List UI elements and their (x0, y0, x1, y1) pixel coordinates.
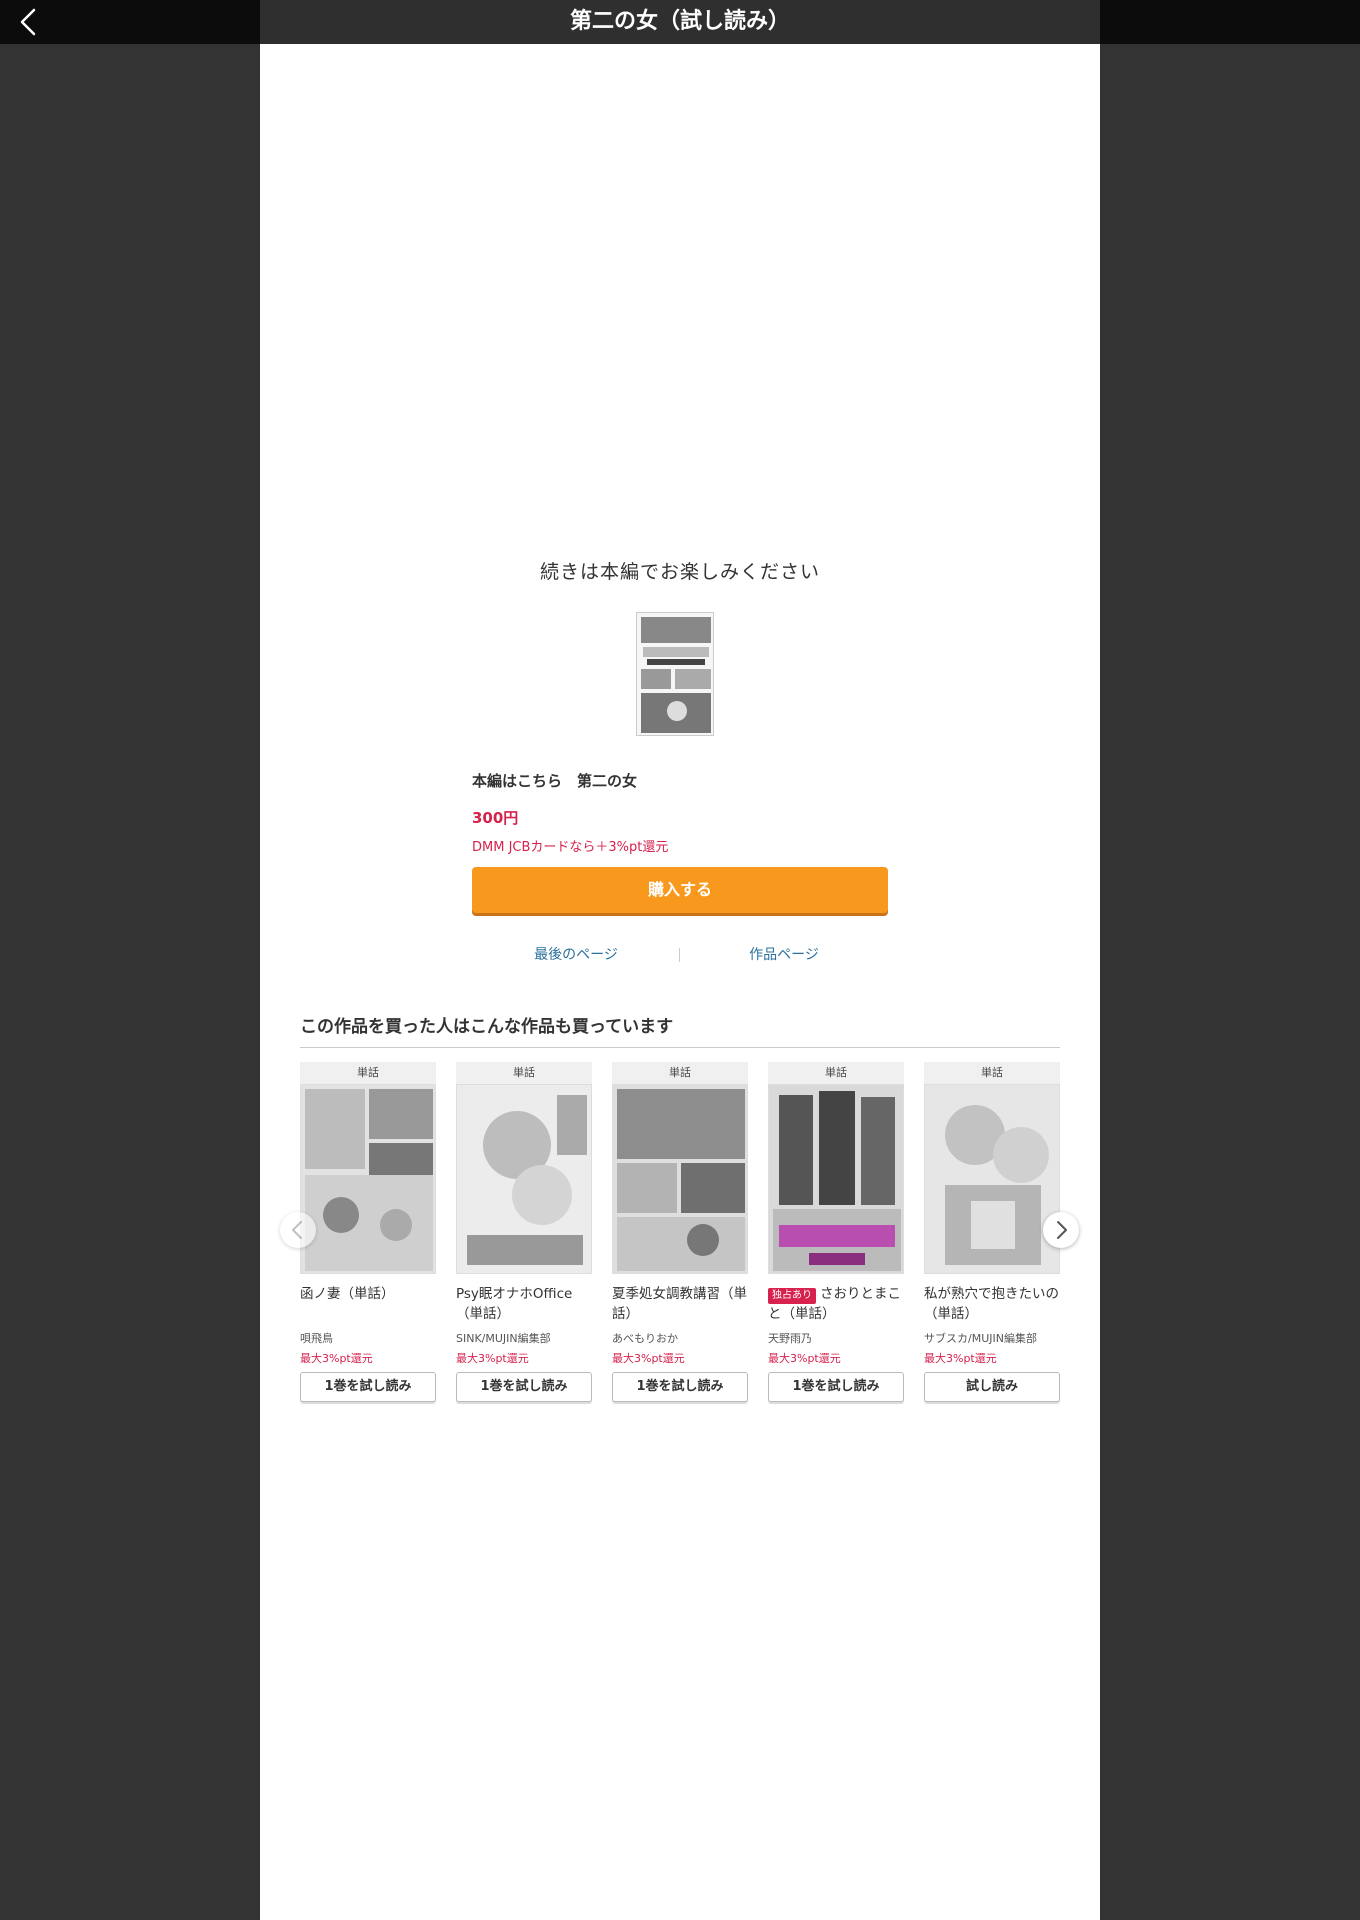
trial-read-button[interactable]: 1巻を試し読み (456, 1372, 592, 1402)
top-bar: 第二の女（試し読み） (0, 0, 1360, 44)
work-page-link[interactable]: 作品ページ (680, 944, 888, 964)
card-title[interactable]: 独占あり さおりとまこと（単話） (768, 1284, 904, 1324)
card-title[interactable]: 私が熟穴で抱きたいの（単話） (924, 1284, 1060, 1324)
recommendation-carousel: 単話 函ノ妻（単話） 唄飛鳥 最大3%pt還元 1巻を試し読み 単話 Psy眠オ… (300, 1062, 1060, 1442)
chevron-left-icon (280, 1212, 316, 1248)
card-author[interactable]: 唄飛鳥 (300, 1330, 436, 1346)
recommendation-card: 単話 独占あり さおりとまこと（単話） 天野雨乃 最大3%pt還元 1巻を試し読み (768, 1062, 904, 1402)
buy-button[interactable]: 購入する (472, 867, 888, 913)
page-title: 第二の女（試し読み） (569, 9, 790, 34)
card-points: 最大3%pt還元 (768, 1352, 841, 1365)
trial-read-button[interactable]: 1巻を試し読み (768, 1372, 904, 1402)
product-cover-image[interactable] (636, 612, 714, 736)
card-author[interactable]: あべもりおか (612, 1330, 748, 1346)
card-author[interactable]: SINK/MUJIN編集部 (456, 1330, 592, 1346)
last-page-link[interactable]: 最後のページ (472, 944, 680, 964)
card-tag: 単話 (768, 1062, 904, 1084)
card-title[interactable]: 函ノ妻（単話） (300, 1284, 436, 1324)
card-author[interactable]: サブスカ/MUJIN編集部 (924, 1330, 1060, 1346)
product-label: 本編はこちら 第二の女 (472, 772, 638, 790)
card-title[interactable]: 夏季処女調教講習（単話） (612, 1284, 748, 1324)
card-cover-image[interactable] (300, 1084, 436, 1274)
recommendation-card: 単話 私が熟穴で抱きたいの（単話） サブスカ/MUJIN編集部 最大3%pt還元… (924, 1062, 1060, 1402)
card-cover-image[interactable] (768, 1084, 904, 1274)
card-author[interactable]: 天野雨乃 (768, 1330, 904, 1346)
product-price: 300円 (472, 809, 519, 827)
back-button[interactable] (14, 6, 46, 38)
card-tag: 単話 (456, 1062, 592, 1084)
recommendation-card: 単話 夏季処女調教講習（単話） あべもりおか 最大3%pt還元 1巻を試し読み (612, 1062, 748, 1402)
chevron-right-icon (1043, 1212, 1079, 1248)
recommendations-title: この作品を買った人はこんな作品も買っています (300, 1012, 1060, 1048)
trial-read-button[interactable]: 試し読み (924, 1372, 1060, 1402)
recommendation-card: 単話 函ノ妻（単話） 唄飛鳥 最大3%pt還元 1巻を試し読み (300, 1062, 436, 1402)
trial-read-button[interactable]: 1巻を試し読み (612, 1372, 748, 1402)
card-points: 最大3%pt還元 (924, 1352, 997, 1365)
continue-message: 続きは本編でお楽しみください (539, 561, 820, 583)
chevron-left-icon (14, 6, 46, 38)
card-tag: 単話 (300, 1062, 436, 1084)
card-points: 最大3%pt還元 (456, 1352, 529, 1365)
trial-read-button[interactable]: 1巻を試し読み (300, 1372, 436, 1402)
card-cover-image[interactable] (612, 1084, 748, 1274)
card-tag: 単話 (612, 1062, 748, 1084)
card-cover-image[interactable] (924, 1084, 1060, 1274)
card-tag: 単話 (924, 1062, 1060, 1084)
page-links: 最後のページ 作品ページ (472, 944, 888, 966)
exclusive-badge: 独占あり (768, 1288, 816, 1304)
reader-panel: 続きは本編でお楽しみください 本編はこちら 第二の女 300円 DMM JCBカ… (260, 44, 1100, 1920)
campaign-text: DMM JCBカードなら＋3%pt還元 (472, 840, 669, 855)
carousel-prev-button[interactable] (280, 1212, 316, 1248)
card-cover-image[interactable] (456, 1084, 592, 1274)
card-points: 最大3%pt還元 (300, 1352, 373, 1365)
card-points: 最大3%pt還元 (612, 1352, 685, 1365)
carousel-next-button[interactable] (1043, 1212, 1079, 1248)
recommendation-card: 単話 Psy眠オナホOffice（単話） SINK/MUJIN編集部 最大3%p… (456, 1062, 592, 1402)
card-title[interactable]: Psy眠オナホOffice（単話） (456, 1284, 592, 1324)
